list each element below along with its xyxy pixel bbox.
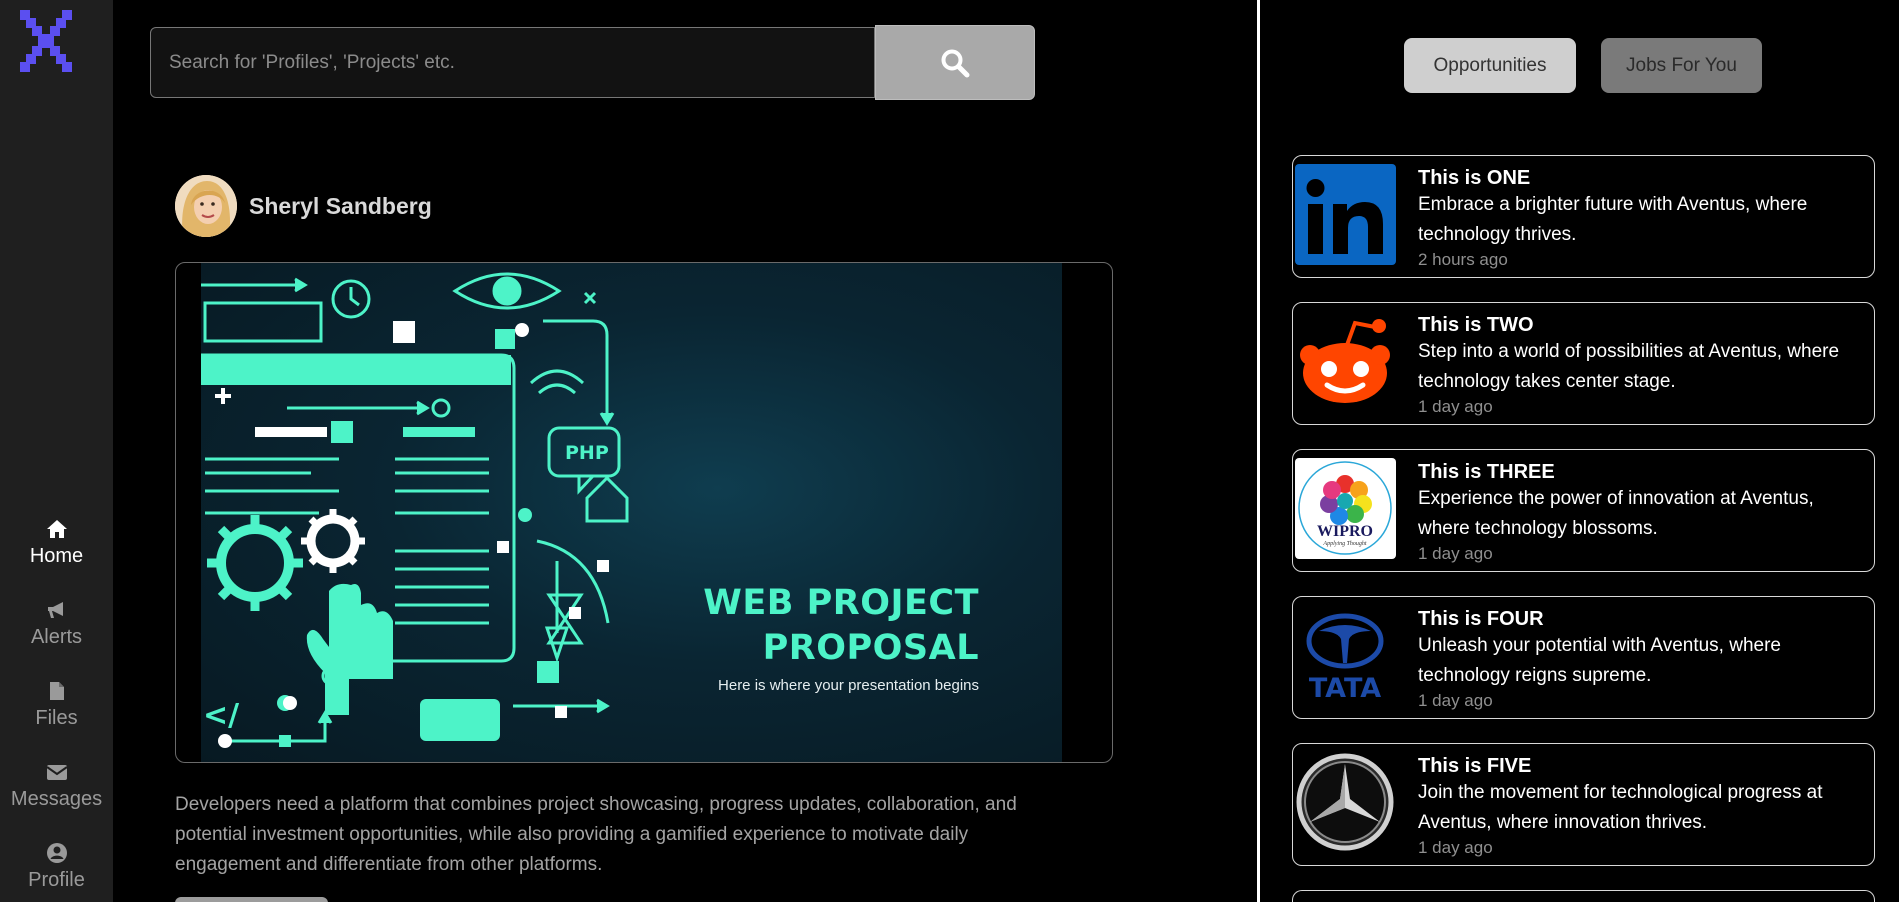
search-input[interactable] xyxy=(150,27,876,98)
feed-card[interactable] xyxy=(1292,890,1875,902)
avatar[interactable] xyxy=(175,175,237,237)
tab-opportunities[interactable]: Opportunities xyxy=(1404,38,1576,93)
search-button[interactable] xyxy=(875,25,1035,100)
project-slide-image: PHP </ WEB PROJECT PROPOSAL Here is wher… xyxy=(201,263,1062,762)
feed-body: Step into a world of possibilities at Av… xyxy=(1418,341,1840,392)
post-description: Developers need a platform that combines… xyxy=(175,794,1017,875)
file-icon xyxy=(45,679,69,703)
x-logo-icon[interactable] xyxy=(20,10,72,72)
sidebar-item-profile[interactable]: Profile xyxy=(0,826,113,902)
feed-body: Unleash your potential with Aventus, whe… xyxy=(1418,635,1781,686)
feed-title: This is ONE xyxy=(1418,167,1531,189)
feed-card[interactable]: This is FIVE Join the movement for techn… xyxy=(1292,743,1875,866)
feed-time: 1 day ago xyxy=(1418,838,1493,857)
sidebar-item-messages[interactable]: Messages xyxy=(0,745,113,826)
home-icon xyxy=(45,517,69,541)
feed-time: 1 day ago xyxy=(1418,544,1493,563)
megaphone-icon xyxy=(45,598,69,622)
feed-time: 1 day ago xyxy=(1418,691,1493,710)
reddit-logo xyxy=(1295,311,1396,412)
author-name[interactable]: Sheryl Sandberg xyxy=(249,193,432,220)
tata-logo: TATA xyxy=(1295,605,1396,706)
post-action-button[interactable] xyxy=(175,897,328,902)
tata-text: TATA xyxy=(1309,673,1381,704)
sidebar-item-label: Profile xyxy=(28,869,85,891)
wipro-tagline: Applying Thought xyxy=(1322,541,1366,547)
post-author[interactable]: Sheryl Sandberg xyxy=(175,175,432,237)
feed-title: This is FIVE xyxy=(1418,755,1532,777)
sidebar-item-label: Files xyxy=(35,707,78,729)
slide-subtitle: Here is where your presentation begins xyxy=(718,677,979,694)
sidebar-item-home[interactable]: Home xyxy=(0,502,113,583)
tab-jobs-for-you[interactable]: Jobs For You xyxy=(1601,38,1762,93)
feed-body: Join the movement for technological prog… xyxy=(1418,782,1823,833)
post-media[interactable]: PHP </ WEB PROJECT PROPOSAL Here is wher… xyxy=(175,262,1113,763)
feed-body: Experience the power of innovation at Av… xyxy=(1418,488,1814,539)
wipro-text: WIPRO xyxy=(1317,523,1373,540)
feed-time: 2 hours ago xyxy=(1418,250,1508,269)
sidebar: Home Alerts Files Messages Profile xyxy=(0,0,113,902)
feed-card[interactable]: This is TWO Step into a world of possibi… xyxy=(1292,302,1875,425)
feed-card[interactable]: TATA This is FOUR Unleash your potential… xyxy=(1292,596,1875,719)
panel-divider xyxy=(1257,0,1260,902)
search-icon xyxy=(941,49,970,77)
feed-title: This is TWO xyxy=(1418,314,1534,336)
feed-title: This is THREE xyxy=(1418,461,1555,483)
feed-card[interactable]: This is ONE Embrace a brighter future wi… xyxy=(1292,155,1875,278)
sidebar-item-files[interactable]: Files xyxy=(0,664,113,745)
sidebar-item-alerts[interactable]: Alerts xyxy=(0,583,113,664)
linkedin-logo xyxy=(1295,164,1396,265)
feed-body: Embrace a brighter future with Aventus, … xyxy=(1418,194,1808,245)
sidebar-item-label: Alerts xyxy=(30,626,83,648)
mercedes-logo xyxy=(1295,752,1396,853)
opportunities-feed: This is ONE Embrace a brighter future wi… xyxy=(1292,155,1875,902)
wipro-logo: WIPRO Applying Thought xyxy=(1295,458,1396,559)
slide-title-line1: WEB PROJECT xyxy=(703,583,979,623)
slide-title-line2: PROPOSAL xyxy=(762,628,979,668)
envelope-icon xyxy=(45,760,69,784)
sidebar-item-label: Home xyxy=(29,545,84,567)
sidebar-item-label: Messages xyxy=(10,788,103,810)
code-label: </ xyxy=(203,698,239,733)
php-label: PHP xyxy=(565,442,609,464)
feed-time: 1 day ago xyxy=(1418,397,1493,416)
feed-title: This is FOUR xyxy=(1418,608,1544,630)
user-circle-icon xyxy=(45,841,69,865)
sidebar-nav: Home Alerts Files Messages Profile xyxy=(0,502,113,902)
slide-title: WEB PROJECT PROPOSAL xyxy=(703,581,979,671)
search-bar xyxy=(150,25,1035,100)
feed-card[interactable]: WIPRO Applying Thought This is THREE Exp… xyxy=(1292,449,1875,572)
